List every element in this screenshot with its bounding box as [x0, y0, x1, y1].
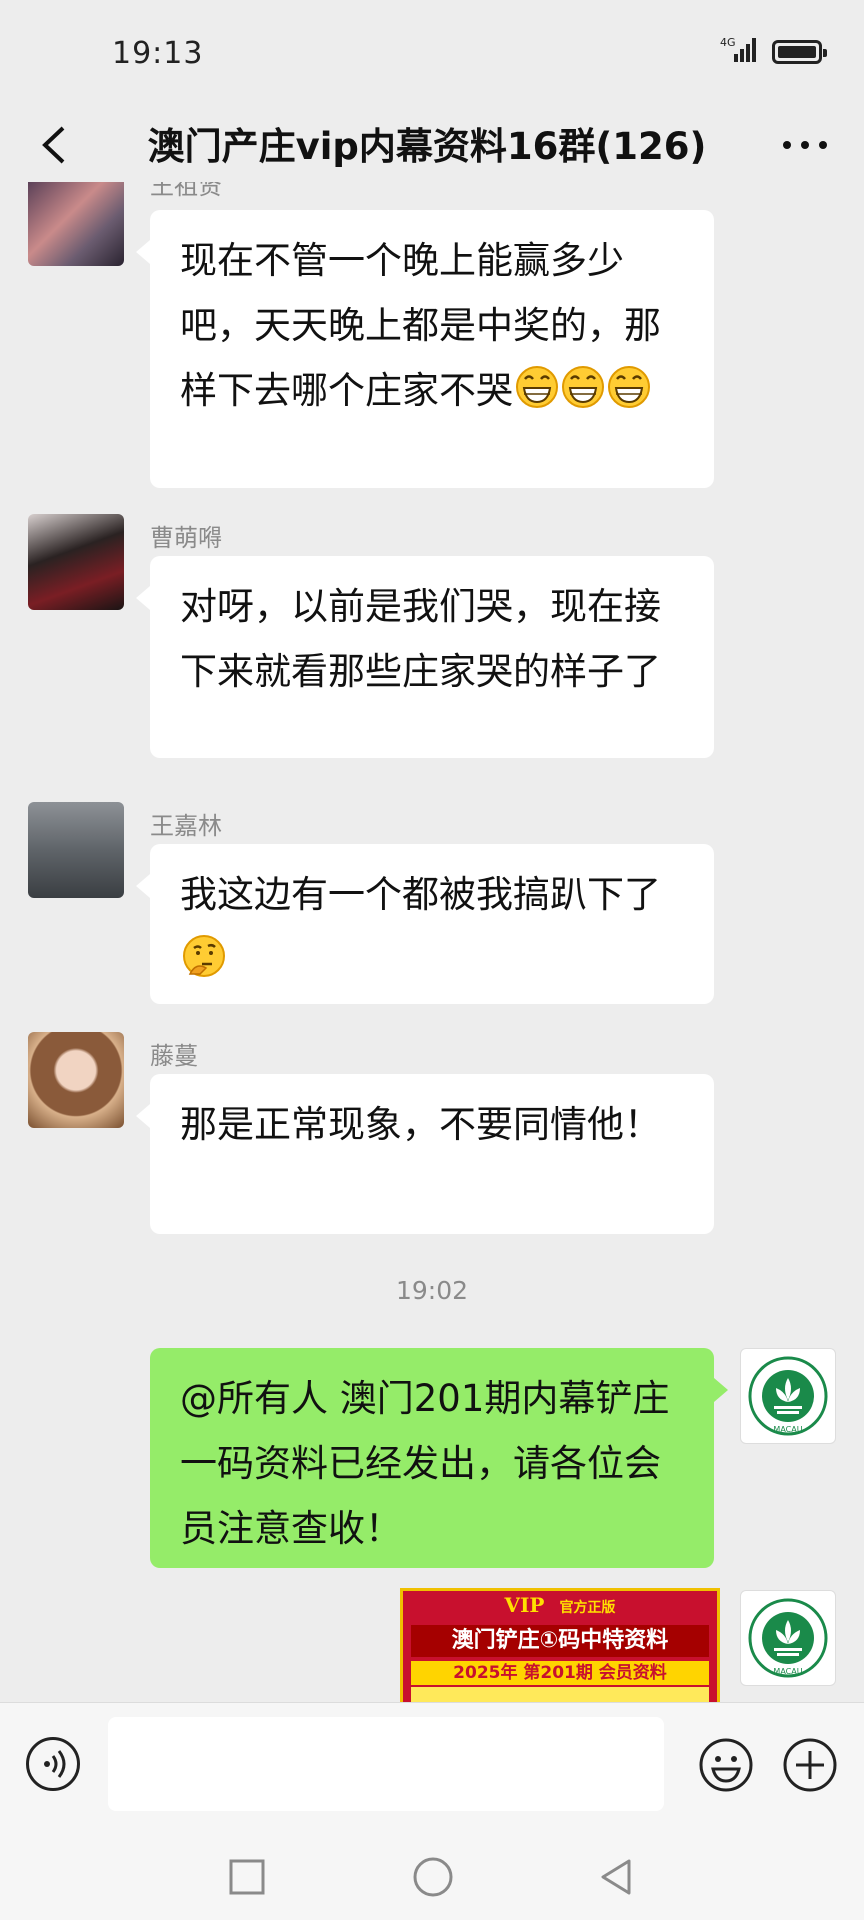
- outgoing-image-message[interactable]: VIP 官方正版 澳门铲庄①码中特资料 2025年 第201期 会员资料: [400, 1588, 720, 1702]
- status-bar: 19:13 4G: [0, 0, 864, 100]
- macau-emblem-icon: MACAU: [748, 1598, 828, 1678]
- smiley-icon: [699, 1738, 753, 1792]
- image-top-label: VIP 官方正版: [504, 1593, 616, 1617]
- chat-header: 澳门产庄vip内幕资料16群(126): [0, 100, 864, 190]
- chat-messages[interactable]: 王祖贤 现在不管一个晚上能赢多少吧，天天晚上都是中奖的，那样下去哪个庄家不哭 曹…: [0, 182, 864, 1702]
- grin-icon: [608, 366, 650, 408]
- status-time: 19:13: [112, 36, 204, 71]
- avatar[interactable]: [28, 802, 124, 898]
- sender-name: 王嘉林: [150, 812, 222, 840]
- triangle-back-icon: [601, 1859, 631, 1895]
- grin-icon: [562, 366, 604, 408]
- message-input[interactable]: [108, 1717, 664, 1811]
- svg-text:MACAU: MACAU: [773, 1667, 802, 1676]
- message-bubble[interactable]: 对呀，以前是我们哭，现在接下来就看那些庄家哭的样子了: [136, 556, 714, 758]
- avatar[interactable]: MACAU: [740, 1590, 836, 1686]
- home-button[interactable]: [408, 1852, 458, 1902]
- more-dots-icon: [783, 141, 827, 149]
- chevron-left-icon: [42, 126, 65, 164]
- message-text: 对呀，以前是我们哭，现在接下来就看那些庄家哭的样子了: [180, 585, 661, 693]
- image-headline: 澳门铲庄①码中特资料: [411, 1625, 709, 1657]
- chat-title: 澳门产庄vip内幕资料16群(126): [147, 125, 707, 168]
- message-bubble[interactable]: 我这边有一个都被我搞趴下了: [136, 844, 714, 1004]
- image-number-strip: [411, 1687, 709, 1702]
- emoji-button[interactable]: [698, 1737, 754, 1793]
- more-features-button[interactable]: [782, 1737, 838, 1793]
- recent-apps-button[interactable]: [222, 1852, 272, 1902]
- macau-emblem-icon: MACAU: [748, 1356, 828, 1436]
- voice-input-button[interactable]: [26, 1737, 80, 1791]
- grin-icon: [516, 366, 558, 408]
- more-options-button[interactable]: [770, 116, 840, 174]
- back-nav-button[interactable]: [592, 1852, 642, 1902]
- plus-icon: [783, 1738, 837, 1792]
- avatar[interactable]: [28, 1032, 124, 1128]
- thinking-icon: [183, 935, 225, 977]
- message-input-bar: [0, 1702, 864, 1833]
- message-text: @所有人 澳门201期内幕铲庄一码资料已经发出，请各位会员注意查收！: [180, 1377, 670, 1550]
- sender-name: 曹萌嘚: [150, 524, 222, 552]
- avatar[interactable]: [28, 182, 124, 266]
- circle-icon: [413, 1857, 453, 1897]
- system-navigation-bar: [0, 1832, 864, 1920]
- square-icon: [229, 1859, 265, 1895]
- voice-icon: [44, 1750, 66, 1778]
- message-bubble[interactable]: 现在不管一个晚上能赢多少吧，天天晚上都是中奖的，那样下去哪个庄家不哭: [136, 210, 714, 488]
- message-bubble[interactable]: 那是正常现象，不要同情他！: [136, 1074, 714, 1234]
- image-issue-line: 2025年 第201期 会员资料: [411, 1661, 709, 1685]
- message-text: 那是正常现象，不要同情他！: [180, 1103, 661, 1146]
- sender-name: 王祖贤: [150, 182, 222, 200]
- back-button[interactable]: [24, 110, 84, 180]
- signal-4g-icon: 4G: [720, 36, 756, 62]
- sender-name: 藤蔓: [150, 1042, 198, 1070]
- message-text: 我这边有一个都被我搞趴下了: [180, 873, 661, 916]
- avatar[interactable]: [28, 514, 124, 610]
- avatar[interactable]: MACAU: [740, 1348, 836, 1444]
- message-timestamp: 19:02: [395, 1276, 469, 1305]
- battery-icon: [772, 40, 827, 64]
- outgoing-message-bubble[interactable]: @所有人 澳门201期内幕铲庄一码资料已经发出，请各位会员注意查收！: [150, 1348, 728, 1568]
- svg-text:4G: 4G: [720, 36, 736, 49]
- svg-text:MACAU: MACAU: [773, 1425, 802, 1434]
